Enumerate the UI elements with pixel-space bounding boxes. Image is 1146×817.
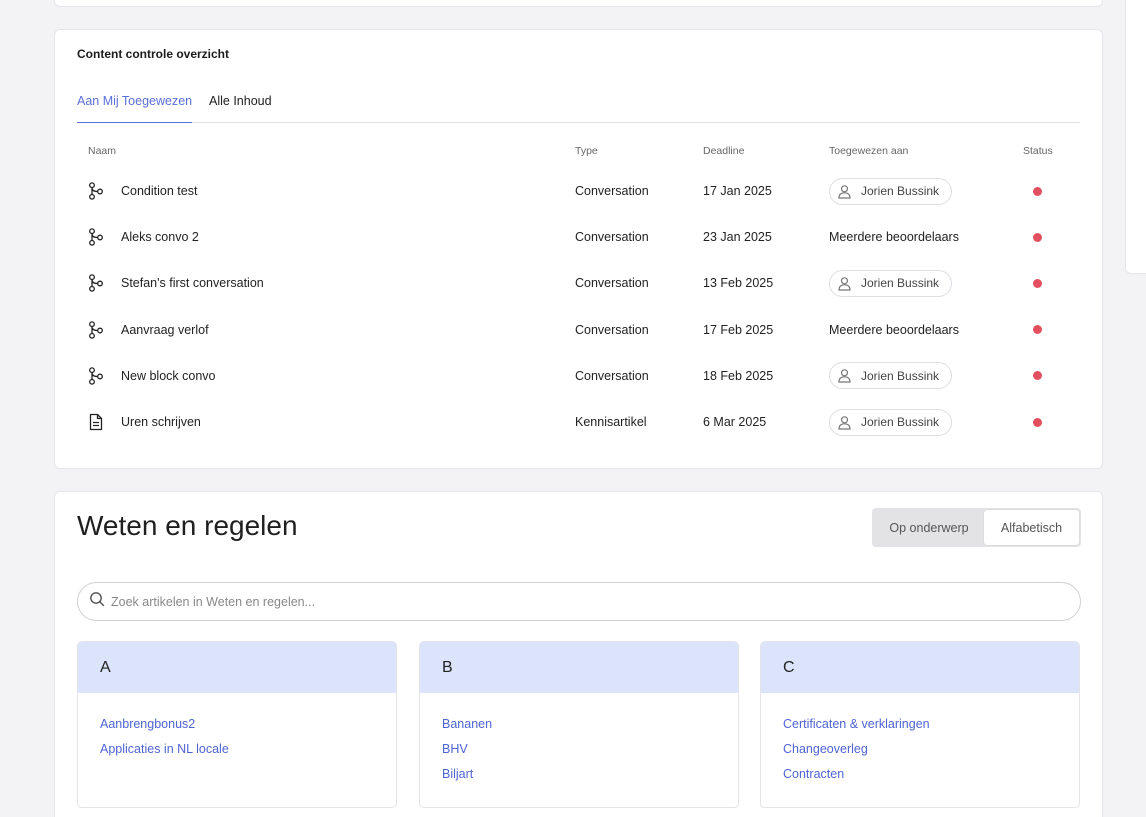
row-assignee: Jorien Bussink [829, 353, 953, 399]
row-status [1033, 307, 1042, 353]
letter-heading: B [420, 642, 738, 693]
column-header-assigned[interactable]: Toegewezen aan [829, 145, 908, 157]
view-toggle: Op onderwerp Alfabetisch [872, 508, 1081, 547]
toggle-alphabetical[interactable]: Alfabetisch [984, 510, 1079, 545]
table-row[interactable]: Stefan's first conversation Conversation 1… [55, 260, 1104, 306]
status-dot [1033, 278, 1042, 288]
row-assignee: Jorien Bussink [829, 260, 953, 306]
row-deadline: 17 Jan 2025 [703, 184, 772, 198]
article-list: Certificaten & verklaringen Changeoverle… [761, 693, 1079, 791]
row-type: Conversation [575, 230, 649, 245]
flow-icon [88, 214, 106, 260]
row-type: Conversation [575, 184, 649, 198]
row-deadline: 13 Feb 2025 [703, 276, 774, 291]
column-header-type[interactable]: Type [575, 145, 598, 157]
article-link[interactable]: Certificaten & verklaringen [783, 716, 1079, 741]
article-list: Aanbrengbonus2 Applicaties in NL locale [78, 693, 396, 766]
search-input[interactable] [111, 594, 1011, 609]
row-assignee: Meerdere beoordelaars [829, 214, 959, 260]
article-link[interactable]: Biljart [442, 766, 738, 791]
row-deadline: 17 Feb 2025 [703, 322, 774, 337]
row-name: Condition test [121, 184, 198, 198]
row-name: Aanvraag verlof [121, 322, 209, 337]
search-icon [89, 591, 111, 612]
user-icon [837, 415, 861, 430]
status-dot [1033, 417, 1042, 427]
assignee-name: Jorien Bussink [861, 184, 940, 198]
column-header-deadline[interactable]: Deadline [703, 145, 744, 157]
table-row[interactable]: Aleks convo 2 Conversation 23 Jan 2025 Meer… [55, 214, 1104, 260]
column-header-status[interactable]: Status [1023, 145, 1053, 157]
flow-icon [88, 168, 106, 214]
column-header-name[interactable]: Naam [88, 145, 116, 157]
row-status [1033, 260, 1042, 306]
assignee-chip[interactable]: Jorien Bussink [829, 177, 953, 205]
row-type: Conversation [575, 368, 649, 383]
row-name: Uren schrijven [121, 415, 201, 429]
tab-bar: Aan Mij Toegewezen Alle Inhoud [77, 92, 1080, 123]
article-list: Bananen BHV Biljart [420, 693, 738, 791]
assignee-name: Jorien Bussink [861, 415, 940, 429]
article-link[interactable]: Bananen [442, 716, 738, 741]
row-type: Conversation [575, 322, 649, 337]
assignee-name: Meerdere beoordelaars [829, 230, 959, 245]
status-dot [1033, 325, 1042, 335]
row-assignee: Meerdere beoordelaars [829, 307, 959, 353]
row-status [1033, 399, 1042, 445]
assignee-chip[interactable]: Jorien Bussink [829, 408, 953, 436]
table-row[interactable]: Uren schrijven Kennisartikel 6 Mar 2025 Jor… [55, 399, 1104, 445]
row-deadline: 6 Mar 2025 [703, 415, 767, 429]
letter-card-a: A Aanbrengbonus2 Applicaties in NL local… [77, 641, 397, 808]
article-link[interactable]: Aanbrengbonus2 [100, 716, 396, 741]
table-row[interactable]: New block convo Conversation 18 Feb 2025 Jo… [55, 353, 1104, 399]
table-row[interactable]: Condition test Conversation 17 Jan 2025 Jor… [55, 168, 1104, 214]
row-deadline: 23 Jan 2025 [703, 230, 772, 245]
flow-icon [88, 307, 106, 353]
row-type: Conversation [575, 276, 649, 291]
row-type: Kennisartikel [575, 415, 647, 429]
article-link[interactable]: BHV [442, 741, 738, 766]
row-name: Stefan's first conversation [121, 276, 264, 291]
article-link[interactable]: Contracten [783, 766, 1079, 791]
knowledge-card: Weten en regelen Op onderwerp Alfabetisc… [54, 491, 1103, 817]
letter-card-b: B Bananen BHV Biljart [419, 641, 739, 808]
user-icon [837, 184, 861, 199]
assignee-name: Meerdere beoordelaars [829, 322, 959, 337]
row-status [1033, 353, 1042, 399]
assignee-chip[interactable]: Jorien Bussink [829, 269, 953, 297]
row-assignee: Jorien Bussink [829, 168, 953, 214]
row-assignee: Jorien Bussink [829, 399, 953, 445]
flow-icon [88, 353, 106, 399]
user-icon [837, 276, 861, 291]
document-icon [88, 399, 106, 445]
article-link[interactable]: Applicaties in NL locale [100, 741, 396, 766]
card-title: Content controle overzicht [77, 47, 230, 61]
row-status [1033, 214, 1042, 260]
content-review-card: Content controle overzicht Aan Mij Toege… [54, 29, 1103, 469]
row-status [1033, 168, 1042, 214]
letter-heading: C [761, 642, 1079, 693]
user-icon [837, 368, 861, 383]
assignee-name: Jorien Bussink [861, 276, 940, 291]
status-dot [1033, 371, 1042, 381]
article-link[interactable]: Changeoverleg [783, 741, 1079, 766]
top-card [54, 0, 1103, 7]
letter-heading: A [78, 642, 396, 693]
assignee-name: Jorien Bussink [861, 368, 940, 383]
row-name: Aleks convo 2 [121, 230, 199, 245]
search-bar [77, 582, 1081, 621]
flow-icon [88, 260, 106, 306]
row-name: New block convo [121, 368, 216, 383]
tab-all-content[interactable]: Alle Inhoud [209, 94, 272, 123]
status-dot [1033, 186, 1042, 196]
status-dot [1033, 232, 1042, 242]
assignee-chip[interactable]: Jorien Bussink [829, 362, 953, 390]
table-row[interactable]: Aanvraag verlof Conversation 17 Feb 2025 Me… [55, 307, 1104, 353]
tab-assigned-to-me[interactable]: Aan Mij Toegewezen [77, 94, 193, 123]
letter-card-c: C Certificaten & verklaringen Changeover… [760, 641, 1080, 808]
section-title: Weten en regelen [77, 510, 298, 541]
toggle-by-topic[interactable]: Op onderwerp [874, 510, 984, 545]
row-deadline: 18 Feb 2025 [703, 368, 774, 383]
side-panel [1125, 0, 1146, 274]
